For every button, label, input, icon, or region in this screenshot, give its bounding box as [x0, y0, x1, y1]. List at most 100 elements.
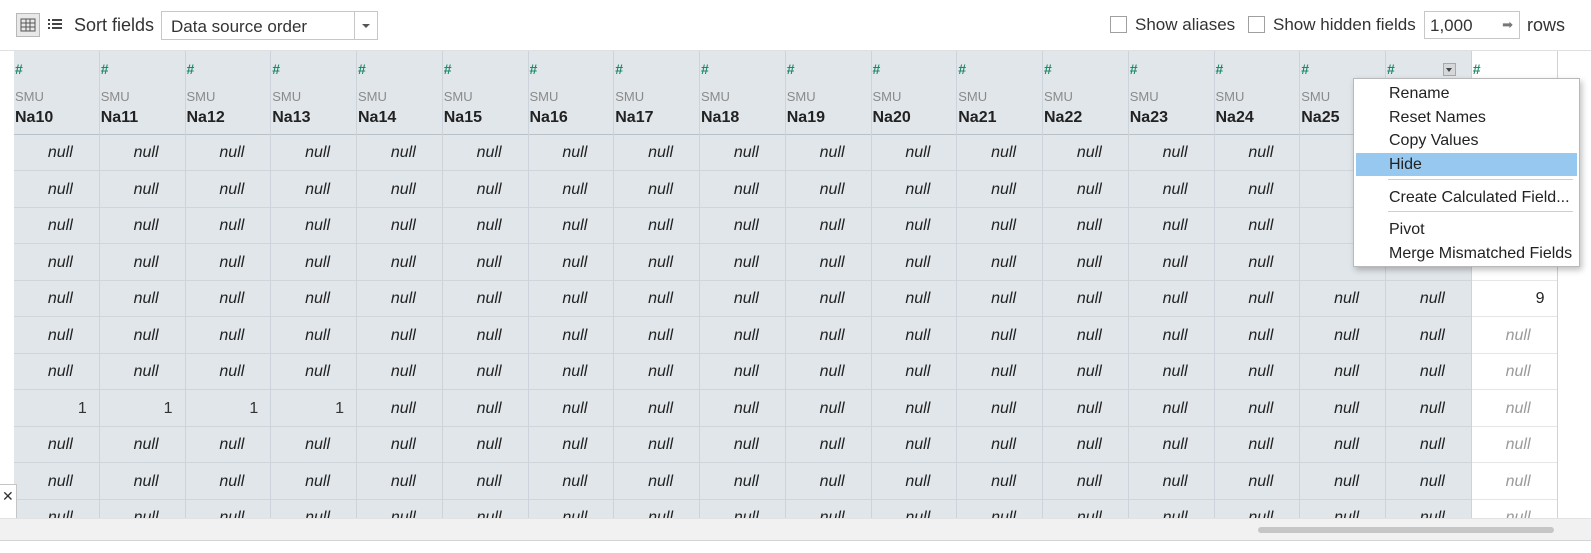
table-cell[interactable]: null — [700, 427, 785, 463]
table-cell[interactable]: null — [957, 172, 1042, 208]
table-cell[interactable]: null — [1214, 208, 1300, 244]
table-cell[interactable]: null — [785, 245, 871, 281]
column-field-name[interactable]: Na22 — [1044, 109, 1082, 127]
table-cell[interactable]: null — [1215, 500, 1300, 518]
table-cell[interactable]: 1 — [99, 391, 185, 427]
table-cell[interactable]: null — [785, 391, 871, 427]
table-cell[interactable]: null — [14, 464, 99, 500]
table-cell[interactable]: null — [442, 354, 528, 390]
table-cell[interactable]: null — [1471, 427, 1557, 463]
column-field-name[interactable]: Na25 — [1301, 109, 1339, 127]
table-cell[interactable]: null — [614, 427, 699, 463]
table-cell[interactable]: null — [700, 281, 785, 317]
table-cell[interactable]: 1 — [185, 391, 271, 427]
table-cell[interactable]: null — [1128, 464, 1214, 500]
table-cell[interactable]: null — [99, 172, 185, 208]
table-cell[interactable]: null — [1043, 208, 1128, 244]
table-cell[interactable]: null — [700, 318, 785, 354]
table-cell[interactable]: null — [1043, 281, 1128, 317]
table-cell[interactable]: null — [528, 172, 614, 208]
table-cell[interactable]: null — [271, 354, 356, 390]
table-cell[interactable]: null — [1471, 391, 1557, 427]
menu-item-pivot[interactable]: Pivot — [1356, 218, 1577, 241]
column-header[interactable]: # SMU Na20 — [871, 54, 957, 135]
table-cell[interactable]: null — [1300, 464, 1385, 500]
table-cell[interactable]: null — [614, 354, 699, 390]
column-header[interactable]: # SMU Na13 — [271, 54, 356, 135]
table-cell[interactable]: null — [99, 281, 185, 317]
table-cell[interactable]: null — [14, 500, 99, 518]
table-cell[interactable]: null — [1043, 354, 1128, 390]
number-type-icon[interactable]: # — [787, 61, 795, 77]
table-cell[interactable]: null — [185, 354, 271, 390]
number-type-icon[interactable]: # — [15, 61, 23, 77]
table-cell[interactable]: null — [957, 391, 1042, 427]
number-type-icon[interactable]: # — [358, 61, 366, 77]
table-cell[interactable]: null — [186, 500, 271, 518]
table-cell[interactable]: 1 — [14, 391, 99, 427]
number-type-icon[interactable]: # — [1301, 61, 1309, 77]
table-cell[interactable]: null — [99, 318, 185, 354]
table-cell[interactable]: null — [1214, 427, 1300, 463]
table-cell[interactable]: null — [1214, 354, 1300, 390]
table-cell[interactable]: null — [1386, 464, 1471, 500]
number-type-icon[interactable]: # — [958, 61, 966, 77]
table-cell[interactable]: null — [14, 281, 99, 317]
table-cell[interactable]: null — [957, 281, 1042, 317]
list-view-icon[interactable] — [44, 13, 68, 37]
table-cell[interactable]: null — [442, 391, 528, 427]
table-cell[interactable]: null — [1043, 500, 1128, 518]
sort-fields-dropdown[interactable]: Data source order — [161, 11, 378, 40]
table-cell[interactable]: null — [614, 135, 699, 171]
number-type-icon[interactable]: # — [444, 61, 452, 77]
table-cell[interactable]: null — [1471, 354, 1557, 390]
number-type-icon[interactable]: # — [187, 61, 195, 77]
table-cell[interactable]: null — [1214, 281, 1300, 317]
column-header[interactable]: # SMU Na21 — [957, 54, 1042, 135]
table-cell[interactable]: null — [271, 281, 356, 317]
table-cell[interactable]: null — [786, 500, 871, 518]
table-cell[interactable]: null — [271, 318, 356, 354]
table-cell[interactable]: null — [99, 135, 185, 171]
column-field-name[interactable]: Na17 — [615, 109, 653, 127]
table-cell[interactable]: null — [700, 208, 785, 244]
table-cell[interactable]: null — [700, 135, 785, 171]
table-cell[interactable]: null — [1300, 281, 1385, 317]
table-cell[interactable]: null — [271, 208, 356, 244]
table-cell[interactable]: null — [957, 464, 1042, 500]
table-cell[interactable]: null — [14, 135, 99, 171]
table-cell[interactable]: null — [357, 391, 442, 427]
table-cell[interactable]: null — [1386, 427, 1471, 463]
table-cell[interactable]: null — [871, 208, 957, 244]
column-header[interactable]: # SMU Na14 — [357, 54, 442, 135]
table-cell[interactable]: null — [1300, 391, 1385, 427]
table-cell[interactable]: null — [185, 208, 271, 244]
table-cell[interactable]: null — [528, 135, 614, 171]
table-cell[interactable]: null — [529, 500, 614, 518]
table-cell[interactable]: null — [528, 245, 614, 281]
table-cell[interactable]: null — [1043, 464, 1128, 500]
table-cell[interactable]: null — [785, 427, 871, 463]
column-header[interactable]: # SMU Na22 — [1043, 54, 1128, 135]
table-cell[interactable]: null — [528, 427, 614, 463]
table-cell[interactable]: null — [1043, 391, 1128, 427]
number-type-icon[interactable]: # — [1044, 61, 1052, 77]
number-type-icon[interactable]: # — [530, 61, 538, 77]
number-type-icon[interactable]: # — [1473, 61, 1481, 77]
number-type-icon[interactable]: # — [873, 61, 881, 77]
column-field-name[interactable]: Na20 — [873, 109, 911, 127]
table-cell[interactable]: null — [957, 354, 1042, 390]
table-cell[interactable]: null — [99, 464, 185, 500]
table-cell[interactable]: null — [99, 427, 185, 463]
column-header[interactable]: # SMU Na11 — [99, 54, 185, 135]
table-cell[interactable]: null — [357, 427, 442, 463]
column-field-name[interactable]: Na24 — [1216, 109, 1254, 127]
table-cell[interactable]: null — [1129, 500, 1214, 518]
table-cell[interactable]: null — [785, 318, 871, 354]
table-cell[interactable]: null — [1128, 245, 1214, 281]
table-cell[interactable]: null — [1128, 391, 1214, 427]
table-cell[interactable]: null — [357, 464, 442, 500]
table-cell[interactable]: null — [14, 318, 99, 354]
column-menu-dropdown-icon[interactable] — [1442, 63, 1456, 76]
table-cell[interactable]: null — [1128, 318, 1214, 354]
